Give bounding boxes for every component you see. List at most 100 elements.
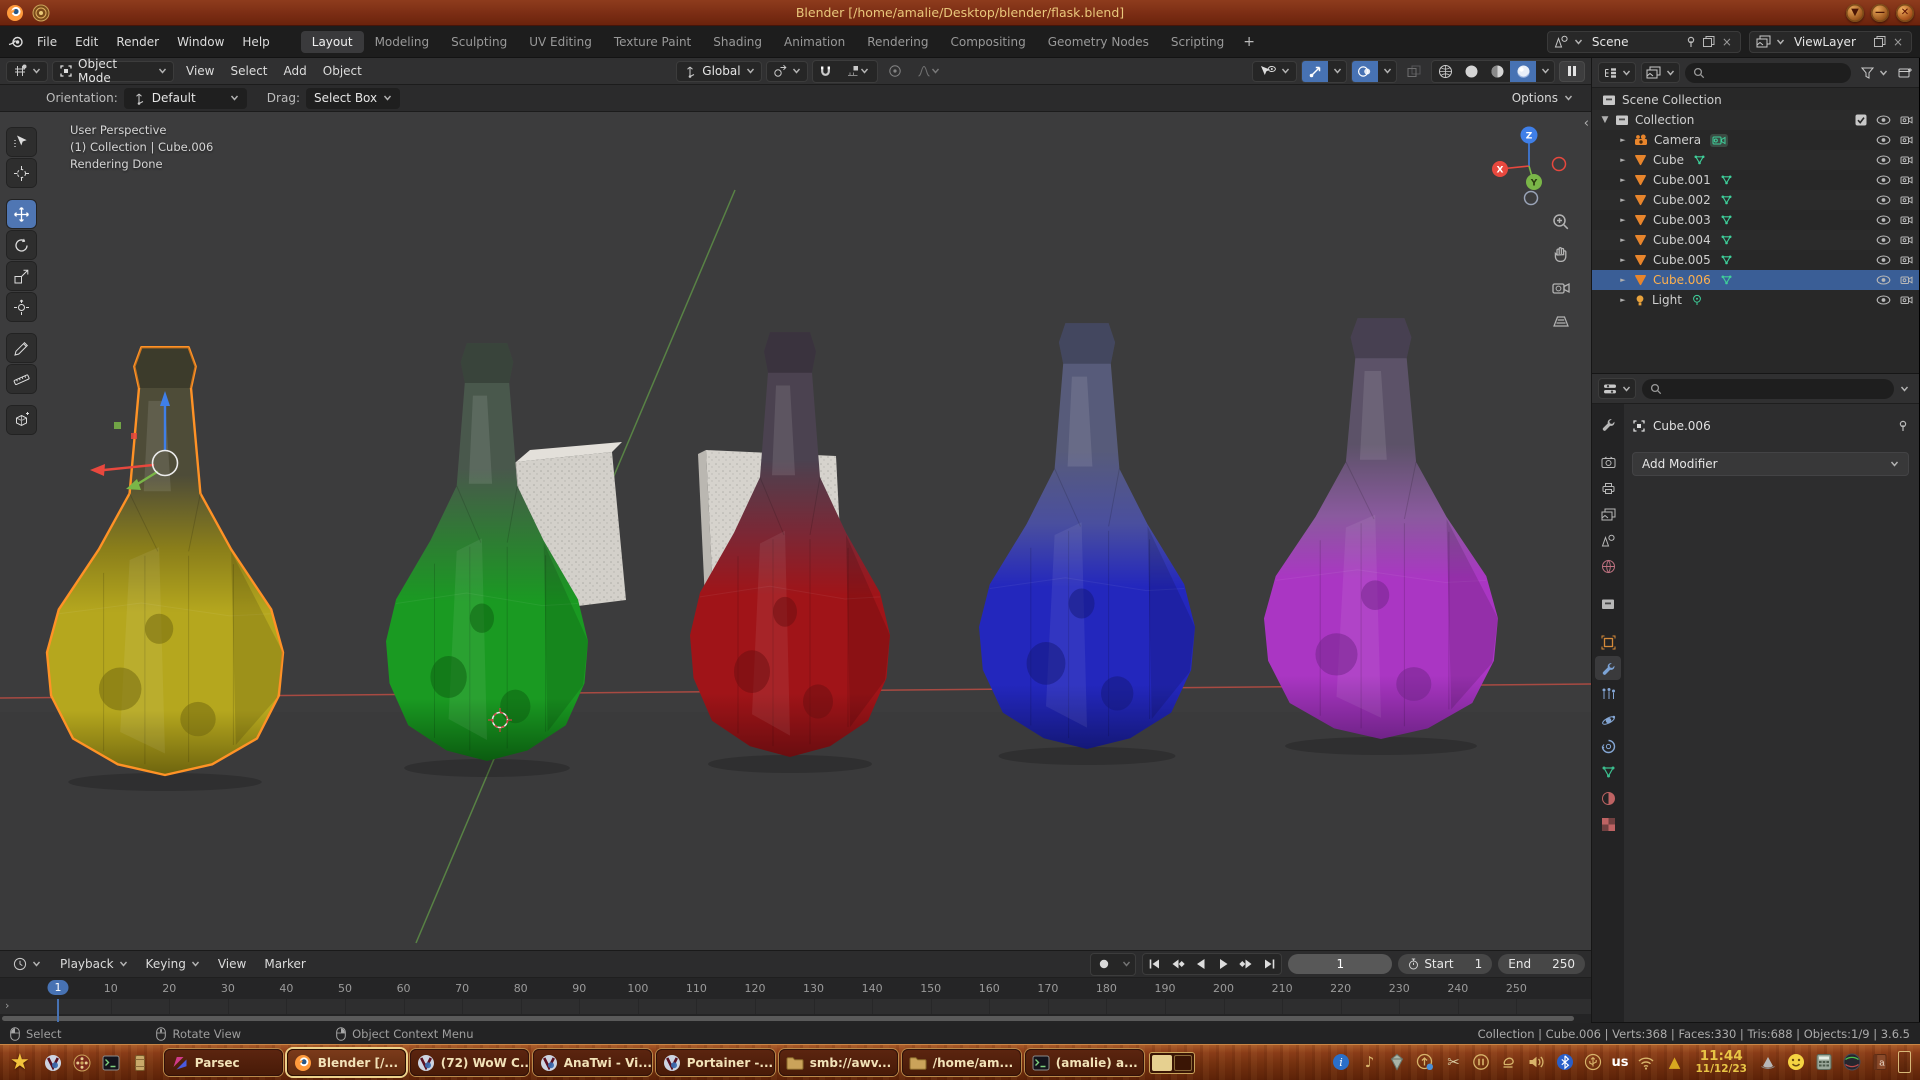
disclosure-right-icon[interactable]: ► — [1618, 276, 1628, 284]
task-button--72-wow-c-[interactable]: (72) WoW C... — [410, 1049, 529, 1076]
shading-material-toggle[interactable] — [1484, 61, 1510, 82]
snap-target-selector[interactable] — [839, 61, 877, 82]
disclosure-right-icon[interactable]: ► — [1618, 256, 1628, 264]
scene-selector[interactable]: Scene × — [1547, 31, 1741, 53]
tool-cursor-button[interactable] — [7, 159, 36, 187]
properties-tab-texture[interactable] — [1595, 812, 1621, 836]
pivot-point-selector[interactable] — [766, 61, 808, 82]
show-desktop-button[interactable] — [1898, 1051, 1911, 1073]
checkbox-icon[interactable] — [1855, 114, 1867, 126]
tray-hat-icon[interactable] — [1758, 1052, 1778, 1072]
camera-visibility-icon[interactable] — [1900, 155, 1913, 165]
tool-measure-button[interactable] — [7, 365, 36, 393]
tray-pause-icon[interactable] — [1471, 1052, 1491, 1072]
disclosure-right-icon[interactable]: ► — [1618, 136, 1628, 144]
outliner-filter-button[interactable] — [1856, 62, 1893, 83]
workspace-tab-texture-paint[interactable]: Texture Paint — [603, 31, 702, 53]
eye-icon[interactable] — [1876, 135, 1891, 145]
pin-icon[interactable] — [1685, 36, 1697, 48]
xray-toggle[interactable] — [1401, 61, 1427, 82]
outliner-search-input[interactable] — [1685, 63, 1851, 83]
workspace-tab-layout[interactable]: Layout — [301, 31, 364, 53]
tray-lamp-icon[interactable] — [1499, 1052, 1519, 1072]
purple-flask[interactable] — [1264, 318, 1498, 755]
menu-edit[interactable]: Edit — [66, 31, 107, 53]
camera-visibility-icon[interactable] — [1900, 255, 1913, 265]
add-modifier-button[interactable]: Add Modifier — [1632, 452, 1909, 476]
disclosure-right-icon[interactable]: ► — [1618, 216, 1628, 224]
shading-rendered-toggle[interactable] — [1510, 61, 1536, 82]
start-menu-button[interactable]: ★ — [5, 1050, 35, 1075]
outliner-row-light[interactable]: ►Light — [1592, 290, 1919, 310]
disclosure-right-icon[interactable]: ► — [1618, 296, 1628, 304]
properties-tab-data[interactable] — [1595, 760, 1621, 784]
workspace-tab-modeling[interactable]: Modeling — [364, 31, 441, 53]
eye-icon[interactable] — [1876, 175, 1891, 185]
outliner-row-camera[interactable]: ►Camera — [1592, 130, 1919, 150]
camera-visibility-icon[interactable] — [1900, 135, 1913, 145]
unlink-scene-icon[interactable]: × — [1720, 35, 1734, 49]
outliner-row-cube.003[interactable]: ►Cube.003 — [1592, 210, 1919, 230]
workspace-tab-rendering[interactable]: Rendering — [856, 31, 939, 53]
menu-file[interactable]: File — [28, 31, 66, 53]
drag-dropdown[interactable]: Select Box — [306, 88, 400, 109]
timeline-menu-view[interactable]: View — [210, 954, 254, 974]
workspace-tab-uv-editing[interactable]: UV Editing — [518, 31, 603, 53]
workspace-tab-geometry-nodes[interactable]: Geometry Nodes — [1037, 31, 1160, 53]
keyboard-layout-indicator[interactable]: us — [1611, 1055, 1628, 1070]
tray-usb-icon[interactable] — [1583, 1052, 1603, 1072]
eye-icon[interactable] — [1876, 255, 1891, 265]
transport-prev-key-button[interactable] — [1166, 954, 1189, 974]
shade-window-button[interactable]: ▼ — [1846, 4, 1864, 22]
tray-volume-icon[interactable] — [1527, 1052, 1547, 1072]
orientation-dropdown[interactable]: Default — [124, 88, 247, 109]
launcher-media[interactable] — [69, 1050, 95, 1076]
outliner-row-cube.001[interactable]: ►Cube.001 — [1592, 170, 1919, 190]
editor-type-button[interactable] — [6, 61, 48, 82]
window-titlebar[interactable]: Blender [/home/amalie/Desktop/blender/fl… — [0, 0, 1920, 26]
tray-warning-icon[interactable]: ▲ — [1664, 1052, 1684, 1072]
workspace-tab-shading[interactable]: Shading — [702, 31, 773, 53]
visibility-selector[interactable] — [1252, 61, 1297, 82]
eye-icon[interactable] — [1876, 195, 1891, 205]
properties-tab-particles[interactable] — [1595, 682, 1621, 706]
tray-calculator-icon[interactable] — [1814, 1052, 1834, 1072]
eye-icon[interactable] — [1876, 155, 1891, 165]
workspace-tab-animation[interactable]: Animation — [773, 31, 856, 53]
keying-set-dropdown[interactable] — [1117, 954, 1135, 975]
camera-visibility-icon[interactable] — [1900, 235, 1913, 245]
outliner-row-cube[interactable]: ►Cube — [1592, 150, 1919, 170]
outliner-row-cube.004[interactable]: ►Cube.004 — [1592, 230, 1919, 250]
properties-tab-physics[interactable] — [1595, 708, 1621, 732]
launcher-package[interactable] — [127, 1050, 153, 1076]
snap-toggle[interactable] — [813, 61, 839, 82]
outliner-row-cube.002[interactable]: ►Cube.002 — [1592, 190, 1919, 210]
timeline-menu-keying[interactable]: Keying — [138, 954, 208, 974]
outliner-row-cube.006[interactable]: ►Cube.006 — [1592, 270, 1919, 290]
tool-rotate-button[interactable] — [7, 231, 36, 259]
channels-expand-icon[interactable]: › — [5, 999, 9, 1012]
properties-tab-constraints[interactable] — [1595, 734, 1621, 758]
options-dropdown[interactable]: Options — [1504, 88, 1581, 109]
menu-help[interactable]: Help — [233, 31, 278, 53]
launcher-terminal[interactable] — [98, 1050, 124, 1076]
workspace-tab-sculpting[interactable]: Sculpting — [440, 31, 518, 53]
show-gizmo-toggle[interactable] — [1302, 61, 1328, 82]
camera-visibility-icon[interactable] — [1900, 275, 1913, 285]
viewlayer-selector[interactable]: ViewLayer × — [1749, 31, 1912, 53]
tool-add-cube-button[interactable] — [7, 406, 36, 434]
task-button-parsec[interactable]: Parsec — [164, 1049, 283, 1076]
viewport-menu-select[interactable]: Select — [222, 61, 275, 81]
add-workspace-button[interactable]: + — [1235, 32, 1263, 52]
tray-info-icon[interactable]: i — [1331, 1052, 1351, 1072]
outliner-editor-type-button[interactable] — [1598, 62, 1636, 83]
properties-editor-type-button[interactable] — [1598, 378, 1636, 399]
workspace-pager[interactable] — [1149, 1052, 1195, 1074]
gizmo-options-dropdown[interactable] — [1328, 61, 1346, 82]
properties-tab-world[interactable] — [1595, 554, 1621, 578]
nav-pan-button[interactable] — [1549, 243, 1573, 267]
frame-end-field[interactable]: End 250 — [1498, 954, 1585, 974]
task-button-anatwi-vi-[interactable]: AnaTwi - Vi... — [533, 1049, 652, 1076]
pause-render-button[interactable] — [1559, 61, 1585, 82]
viewport-menu-view[interactable]: View — [178, 61, 222, 81]
